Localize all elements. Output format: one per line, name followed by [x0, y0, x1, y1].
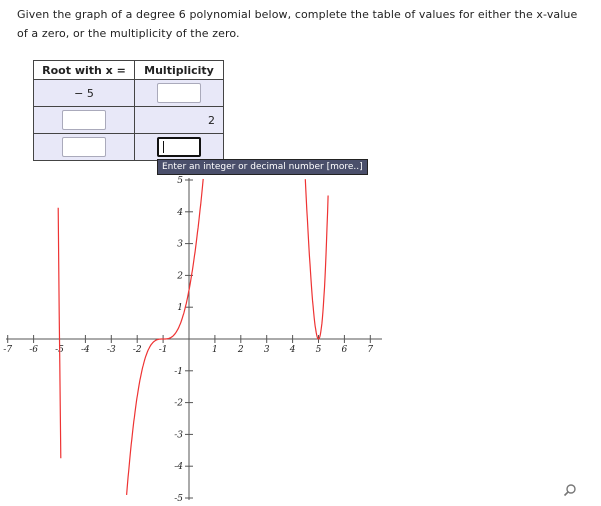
- magnifier-icon[interactable]: [563, 482, 577, 501]
- x-tick-label: 6: [342, 345, 348, 355]
- y-tick-label: 2: [176, 271, 183, 281]
- input-tooltip: Enter an integer or decimal number [more…: [157, 159, 368, 175]
- y-tick-label: -1: [174, 367, 183, 377]
- x-tick-label: 1: [212, 345, 218, 355]
- axes: [6, 178, 382, 500]
- y-tick-label: 4: [176, 208, 183, 218]
- x-tick-label: -3: [107, 345, 116, 355]
- y-tick-label: 1: [177, 303, 183, 313]
- x-tick-label: -6: [29, 345, 38, 355]
- x-tick-label: -2: [133, 345, 142, 355]
- x-tick-label: -1: [159, 345, 168, 355]
- y-tick-label: 3: [177, 240, 183, 250]
- y-tick-labels: 5 4 3 2 1 -1 -2 -3 -4 -5: [174, 176, 183, 504]
- x-tick-label: 4: [289, 345, 296, 355]
- polynomial-curve: [57, 178, 329, 495]
- x-tick-label: -4: [81, 345, 90, 355]
- polynomial-graph: -7 -6 -5 -4 -3 -2 -1 1 2 3 4 5 6 7 5 4 3 2 1 -1 -2 -3 -4 -5: [3, 176, 382, 504]
- y-tick-label: -5: [174, 494, 183, 504]
- y-tick-label: 5: [177, 176, 183, 186]
- y-tick-label: -2: [174, 399, 183, 409]
- x-tick-label: 7: [367, 345, 373, 355]
- y-tick-label: -4: [174, 462, 183, 472]
- x-tick-label: 2: [237, 345, 244, 355]
- x-tick-label: 3: [264, 345, 270, 355]
- x-tick-label: -7: [3, 345, 12, 355]
- y-tick-label: -3: [174, 430, 183, 440]
- x-tick-labels: -7 -6 -5 -4 -3 -2 -1 1 2 3 4 5 6 7: [3, 345, 373, 355]
- x-tick-label: 5: [316, 345, 322, 355]
